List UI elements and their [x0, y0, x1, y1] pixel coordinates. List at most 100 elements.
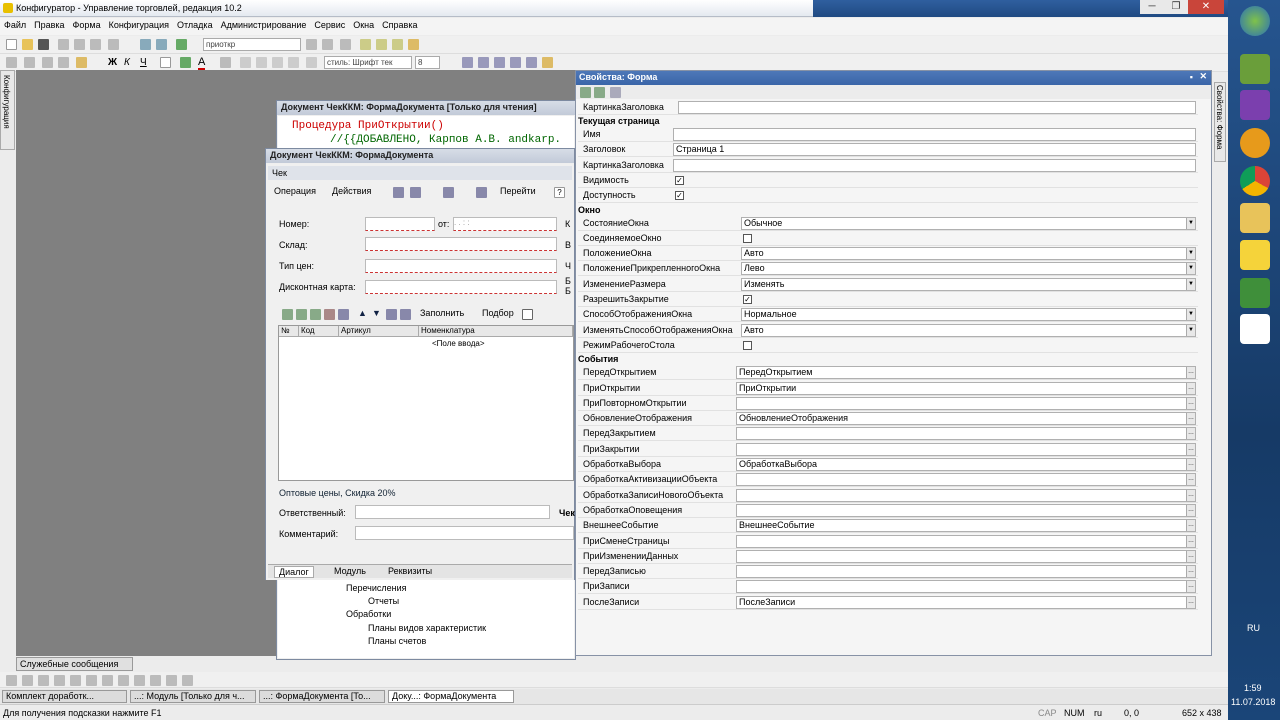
prop-icon[interactable] — [462, 57, 473, 68]
dropdown-icon[interactable]: ▼ — [1186, 309, 1195, 321]
props-side-tab[interactable]: Свойства: Форма — [1214, 82, 1226, 162]
menu-file[interactable]: Файл — [0, 18, 30, 32]
open-icon[interactable] — [22, 39, 33, 50]
bottom-tool-11-icon[interactable] — [166, 675, 177, 686]
prop-row[interactable]: ОбработкаОповещения… — [578, 503, 1198, 518]
prop-row[interactable]: ПоложениеПрикрепленногоОкна Лево ▼ — [578, 261, 1198, 277]
prop-row[interactable]: ПриЗаписи… — [578, 579, 1198, 595]
discount-card-field[interactable] — [365, 280, 557, 294]
tab-requisites[interactable]: Реквизиты — [384, 566, 436, 576]
dropdown-icon[interactable]: … — [1186, 535, 1195, 547]
action-operation[interactable]: Операция — [274, 186, 316, 196]
pin-icon[interactable]: ▪ — [1190, 72, 1193, 82]
cut-icon[interactable] — [58, 39, 69, 50]
prop-value[interactable]: … — [736, 503, 1196, 517]
responsible-field[interactable] — [355, 505, 550, 519]
dropdown-icon[interactable]: … — [1186, 550, 1195, 562]
prop-row[interactable]: ПередОткрытием ПередОткрытием… — [578, 365, 1198, 381]
menu-administration[interactable]: Администрирование — [217, 18, 311, 32]
prop-value[interactable]: Авто ▼ — [741, 247, 1196, 261]
dropdown-icon[interactable]: … — [1186, 367, 1195, 379]
prop-row[interactable]: СостояниеОкна Обычное ▼ — [578, 216, 1198, 231]
prop-value[interactable]: … — [736, 549, 1196, 563]
row-delete-icon[interactable] — [324, 309, 335, 320]
tab-module[interactable]: Модуль — [330, 566, 370, 576]
grid-icon[interactable] — [24, 57, 35, 68]
bottom-tool-9-icon[interactable] — [134, 675, 145, 686]
prop-row[interactable]: ИзменятьСпособОтображенияОкна Авто ▼ — [578, 323, 1198, 338]
start-icon[interactable] — [1240, 6, 1270, 36]
justify-icon[interactable] — [288, 57, 299, 68]
post-icon[interactable] — [476, 187, 487, 198]
prop-row[interactable]: ОбработкаВыбора ОбработкаВыбора… — [578, 457, 1198, 472]
wizard-icon[interactable] — [392, 39, 403, 50]
prop-row[interactable]: КартинкаЗаголовка — [578, 158, 1198, 173]
syntax-icon[interactable] — [360, 39, 371, 50]
tree-item-accounts[interactable]: Планы счетов — [368, 636, 426, 646]
prop-value[interactable]: ОбновлениеОтображения… — [736, 412, 1196, 426]
prop-checkbox[interactable] — [743, 233, 752, 243]
bottom-tool-2-icon[interactable] — [22, 675, 33, 686]
date-field[interactable]: . . : : — [453, 217, 557, 231]
prop-row[interactable]: ПриСменеСтраницы… — [578, 534, 1198, 549]
align-center-icon[interactable] — [256, 57, 267, 68]
layer-icon[interactable] — [42, 57, 53, 68]
bottom-tool-3-icon[interactable] — [38, 675, 49, 686]
prop-value[interactable]: Авто ▼ — [741, 323, 1196, 337]
move-down-icon[interactable]: ▼ — [372, 308, 381, 318]
action-actions[interactable]: Действия — [332, 186, 371, 196]
menu-form[interactable]: Форма — [69, 18, 105, 32]
explorer-icon[interactable] — [1240, 203, 1270, 233]
prop-row[interactable]: ОбработкаАктивизацииОбъекта… — [578, 472, 1198, 488]
filter-icon[interactable] — [610, 87, 621, 98]
prop-row[interactable]: ПриПовторномОткрытии… — [578, 396, 1198, 411]
menu-configuration[interactable]: Конфигурация — [105, 18, 173, 32]
bottom-tool-8-icon[interactable] — [118, 675, 129, 686]
tab-order-icon[interactable] — [510, 57, 521, 68]
undo-icon[interactable] — [140, 39, 151, 50]
menu-windows[interactable]: Окна — [349, 18, 378, 32]
dropdown-icon[interactable]: ▼ — [1186, 278, 1195, 290]
pick-button[interactable]: Подбор — [482, 308, 514, 318]
prop-value[interactable]: ПриОткрытии… — [736, 381, 1196, 395]
dropdown-icon[interactable]: … — [1186, 489, 1195, 501]
prop-value[interactable] — [673, 128, 1196, 141]
copy-icon[interactable] — [74, 39, 85, 50]
prop-row[interactable]: ОбновлениеОтображения ОбновлениеОтображен… — [578, 411, 1198, 427]
prop-row[interactable]: ПередЗакрытием… — [578, 426, 1198, 442]
task-button-4[interactable]: Доку...: ФормаДокумента — [388, 690, 514, 703]
task-button-2[interactable]: ...: Модуль [Только для ч... — [130, 690, 256, 703]
prop-checkbox[interactable]: ✓ — [675, 175, 684, 185]
dropdown-icon[interactable]: ▼ — [1186, 324, 1195, 336]
paste-icon[interactable] — [90, 39, 101, 50]
close-button[interactable]: ✕ — [1188, 0, 1224, 14]
app-c-icon[interactable] — [1240, 278, 1270, 308]
prop-value[interactable]: … — [736, 488, 1196, 502]
list-icon[interactable] — [478, 57, 489, 68]
price-type-field[interactable] — [365, 259, 557, 273]
tree-item-processing[interactable]: Обработки — [346, 609, 391, 619]
prop-value[interactable]: … — [736, 534, 1196, 548]
find-next-icon[interactable] — [306, 39, 317, 50]
sort-asc-icon[interactable] — [386, 309, 397, 320]
prop-value[interactable]: Нормальное ▼ — [741, 308, 1196, 322]
prop-value[interactable]: Лево ▼ — [741, 262, 1196, 276]
prop-value[interactable]: … — [736, 565, 1196, 579]
messages-tab[interactable]: Служебные сообщения — [16, 657, 133, 671]
align-right-icon[interactable] — [272, 57, 283, 68]
dropdown-icon[interactable]: … — [1186, 474, 1195, 486]
prop-row[interactable]: ВнешнееСобытие ВнешнееСобытие… — [578, 518, 1198, 534]
syntax2-icon[interactable] — [376, 39, 387, 50]
fill-color-icon[interactable] — [180, 57, 191, 68]
tools-icon[interactable] — [408, 39, 419, 50]
app-c2-icon[interactable] — [1240, 314, 1270, 344]
goods-table[interactable]: № Код Артикул Номенклатура <Поле ввода> — [278, 325, 574, 481]
prop-value[interactable]: Обычное ▼ — [741, 216, 1196, 230]
dropdown-icon[interactable]: … — [1186, 566, 1195, 578]
maximize-button[interactable]: ❐ — [1164, 0, 1188, 14]
frame-icon[interactable] — [58, 57, 69, 68]
prop-value[interactable] — [678, 101, 1196, 114]
border-icon[interactable] — [160, 57, 171, 68]
prop-row[interactable]: ПриЗакрытии… — [578, 442, 1198, 457]
dropdown-icon[interactable]: … — [1186, 428, 1195, 440]
